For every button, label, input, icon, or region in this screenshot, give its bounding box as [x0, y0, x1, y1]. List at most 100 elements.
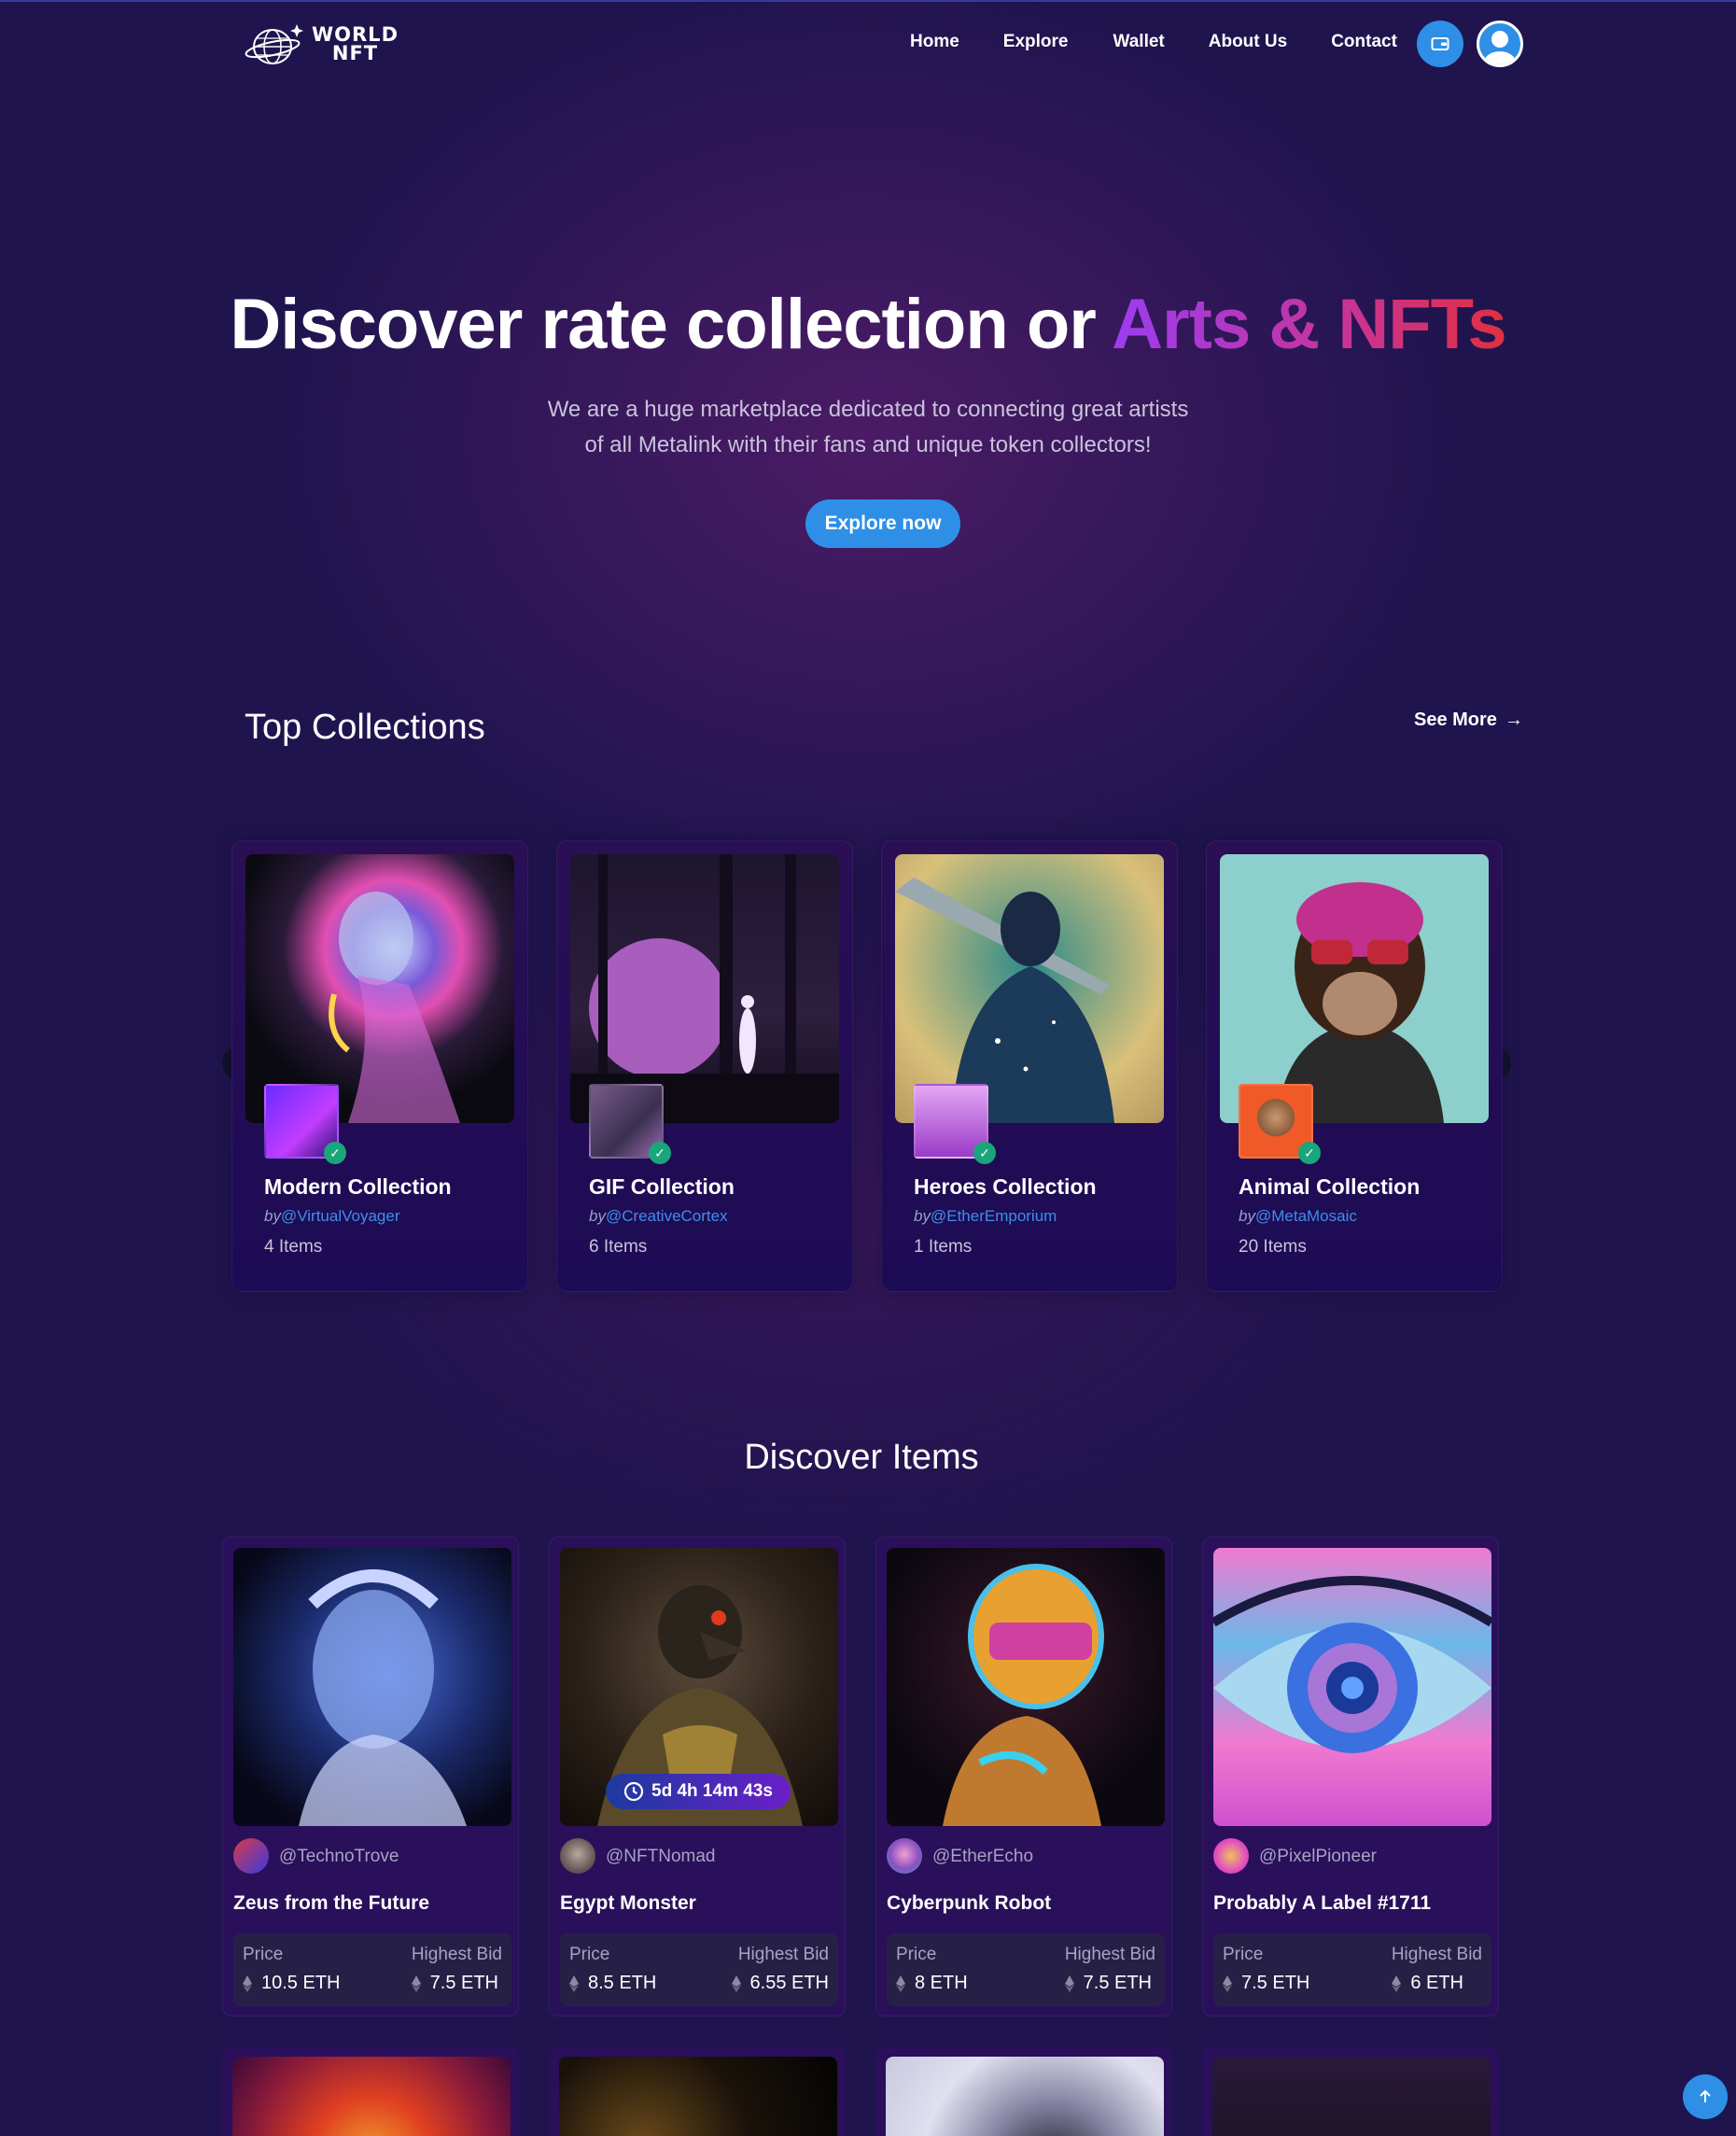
- collection-creator: by@MetaMosaic: [1239, 1207, 1357, 1225]
- nft-image: [886, 2057, 1164, 2136]
- collection-creator: by@EtherEmporium: [914, 1207, 1057, 1225]
- collection-creator: by@VirtualVoyager: [264, 1207, 400, 1225]
- collection-item-count: 20 Items: [1239, 1237, 1307, 1257]
- creator-link[interactable]: @MetaMosaic: [1255, 1207, 1357, 1225]
- ethereum-icon: [1064, 1974, 1074, 1992]
- price-label: Price: [243, 1945, 284, 1964]
- creator-avatar[interactable]: [233, 1838, 269, 1874]
- verified-check-icon: ✓: [973, 1142, 996, 1164]
- ethereum-icon: [1392, 1974, 1402, 1992]
- collection-card[interactable]: ✓ Animal Collection by@MetaMosaic 20 Ite…: [1206, 840, 1503, 1292]
- nft-item-card[interactable]: @EtherEcho Cyberpunk Robot Price Highest…: [875, 1537, 1172, 2017]
- collection-cover-image: [570, 854, 839, 1123]
- creator-avatar[interactable]: [1213, 1838, 1249, 1874]
- nav-about-link[interactable]: About Us: [1209, 32, 1287, 52]
- ethereum-icon: [1223, 1974, 1232, 1992]
- nft-image: [559, 2057, 837, 2136]
- collection-item-count: 4 Items: [264, 1237, 323, 1257]
- user-avatar-icon: [1484, 31, 1516, 64]
- highest-bid-value: 7.5 ETH: [411, 1973, 498, 1994]
- verified-check-icon: ✓: [1298, 1142, 1321, 1164]
- collection-name: GIF Collection: [589, 1174, 735, 1199]
- highest-bid-label: Highest Bid: [737, 1945, 829, 1964]
- nft-item-card[interactable]: @PixelPioneer Probably A Label #1711 Pri…: [1202, 1537, 1499, 2017]
- collection-card[interactable]: ✓ GIF Collection by@CreativeCortex 6 Ite…: [556, 840, 853, 1292]
- wallet-button[interactable]: [1417, 21, 1463, 67]
- see-more-label: See More: [1414, 710, 1497, 730]
- globe-logo-icon: [245, 24, 303, 64]
- ethereum-icon: [569, 1974, 579, 1992]
- creator-link[interactable]: @CreativeCortex: [606, 1207, 728, 1225]
- clock-icon: [623, 1781, 644, 1802]
- auction-timer: 5d 4h 14m 43s: [606, 1774, 791, 1809]
- ethereum-icon: [411, 1974, 421, 1992]
- nft-image: [232, 2057, 511, 2136]
- nft-item-card[interactable]: [875, 2046, 1172, 2136]
- wallet-icon: [1431, 37, 1449, 50]
- collection-card[interactable]: ✓ Modern Collection by@VirtualVoyager 4 …: [231, 840, 528, 1292]
- price-label: Price: [569, 1945, 610, 1964]
- collection-creator: by@CreativeCortex: [589, 1207, 728, 1225]
- nav-menu: Home Explore Wallet About Us Contact: [910, 32, 1441, 52]
- arrow-up-icon: [1700, 2089, 1711, 2102]
- price-panel: Price Highest Bid 7.5 ETH 6 ETH: [1213, 1933, 1491, 2006]
- nft-item-card[interactable]: [222, 2046, 519, 2136]
- highest-bid-value: 6 ETH: [1392, 1973, 1463, 1994]
- price-value: 8 ETH: [896, 1973, 968, 1994]
- creator-avatar[interactable]: [887, 1838, 922, 1874]
- highest-bid-label: Highest Bid: [1064, 1945, 1155, 1964]
- verified-check-icon: ✓: [324, 1142, 346, 1164]
- collection-name: Heroes Collection: [914, 1174, 1097, 1199]
- collection-name: Modern Collection: [264, 1174, 452, 1199]
- nft-title[interactable]: Egypt Monster: [560, 1892, 696, 1915]
- site-logo[interactable]: WORLD NFT: [245, 21, 399, 67]
- arrow-right-icon: →: [1504, 710, 1523, 730]
- collection-item-count: 1 Items: [914, 1237, 973, 1257]
- highest-bid-label: Highest Bid: [1391, 1945, 1482, 1964]
- nft-title[interactable]: Zeus from the Future: [233, 1892, 429, 1915]
- creator-avatar[interactable]: [560, 1838, 595, 1874]
- highest-bid-value: 7.5 ETH: [1064, 1973, 1152, 1994]
- collection-cover-image: [895, 854, 1164, 1123]
- creator-handle[interactable]: @EtherEcho: [932, 1847, 1033, 1867]
- nft-image: [233, 1548, 511, 1826]
- nft-title[interactable]: Cyberpunk Robot: [887, 1892, 1051, 1915]
- see-more-link[interactable]: See More →: [1414, 710, 1523, 731]
- creator-link[interactable]: @EtherEmporium: [931, 1207, 1057, 1225]
- ethereum-icon: [731, 1974, 741, 1992]
- explore-now-button[interactable]: Explore now: [805, 499, 960, 548]
- scroll-to-top-button[interactable]: [1683, 2074, 1728, 2119]
- top-navbar: WORLD NFT Home Explore Wallet About Us C…: [0, 0, 1736, 86]
- nft-item-card[interactable]: 5d 4h 14m 43s @NFTNomad Egypt Monster Pr…: [549, 1537, 846, 2017]
- collection-name: Animal Collection: [1239, 1174, 1421, 1199]
- nft-image: [1212, 2057, 1491, 2136]
- top-collections-heading: Top Collections: [245, 708, 485, 747]
- nft-image: [1213, 1548, 1491, 1826]
- timer-text: 5d 4h 14m 43s: [651, 1781, 773, 1801]
- user-profile-button[interactable]: [1477, 21, 1523, 67]
- nft-item-card[interactable]: [1202, 2046, 1499, 2136]
- price-panel: Price Highest Bid 8.5 ETH 6.55 ETH: [560, 1933, 838, 2006]
- nft-title[interactable]: Probably A Label #1711: [1213, 1892, 1431, 1915]
- price-value: 8.5 ETH: [569, 1973, 656, 1994]
- creator-handle[interactable]: @NFTNomad: [606, 1847, 715, 1867]
- collection-cover-image: [245, 854, 514, 1123]
- collection-item-count: 6 Items: [589, 1237, 648, 1257]
- nav-contact-link[interactable]: Contact: [1331, 32, 1397, 52]
- price-label: Price: [896, 1945, 937, 1964]
- nft-item-card[interactable]: @TechnoTrove Zeus from the Future Price …: [222, 1537, 519, 2017]
- verified-check-icon: ✓: [649, 1142, 671, 1164]
- price-value: 10.5 ETH: [243, 1973, 340, 1994]
- creator-handle[interactable]: @TechnoTrove: [279, 1847, 399, 1867]
- collection-card[interactable]: ✓ Heroes Collection by@EtherEmporium 1 I…: [881, 840, 1178, 1292]
- nav-explore-link[interactable]: Explore: [1003, 32, 1069, 52]
- creator-handle[interactable]: @PixelPioneer: [1259, 1847, 1377, 1867]
- nav-wallet-link[interactable]: Wallet: [1113, 32, 1165, 52]
- logo-wordmark: WORLD NFT: [312, 23, 399, 64]
- nft-item-card[interactable]: [549, 2046, 846, 2136]
- hero-title: Discover rate collection or Arts & NFTs: [230, 285, 1506, 364]
- ethereum-icon: [896, 1974, 905, 1992]
- nav-home-link[interactable]: Home: [910, 32, 959, 52]
- creator-link[interactable]: @VirtualVoyager: [281, 1207, 400, 1225]
- price-panel: Price Highest Bid 8 ETH 7.5 ETH: [887, 1933, 1165, 2006]
